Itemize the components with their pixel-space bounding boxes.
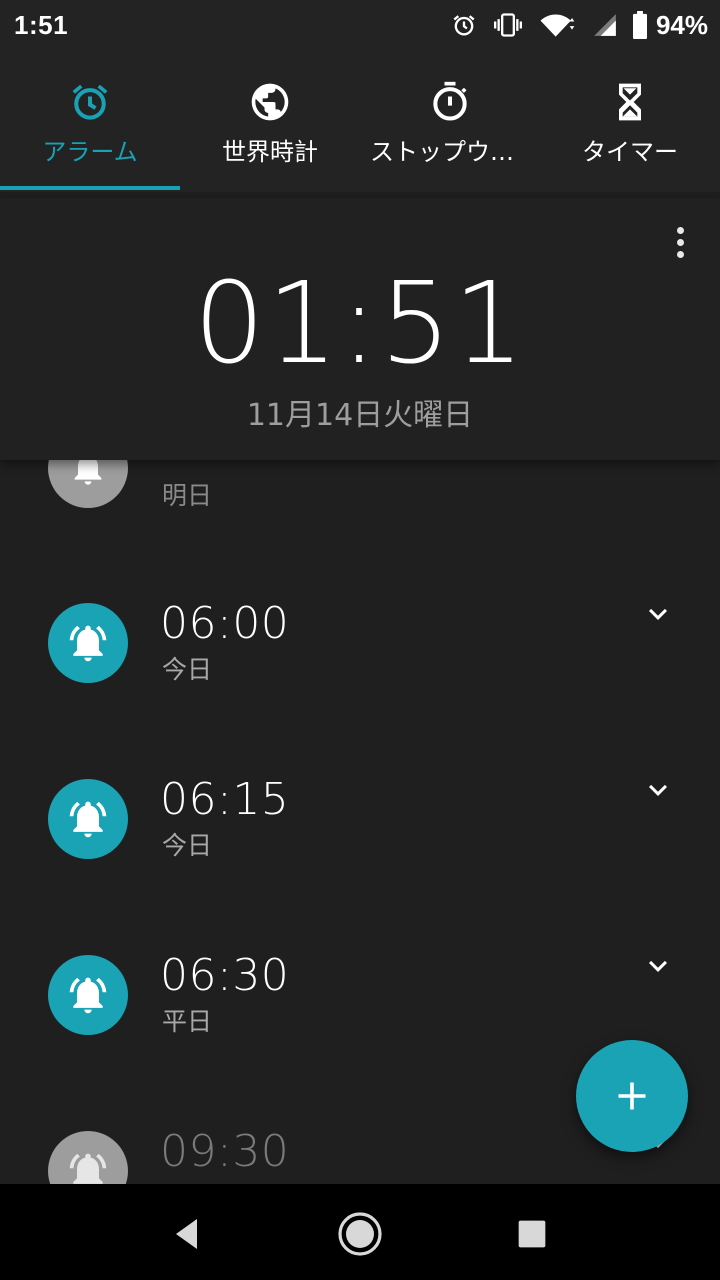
- tab-label: タイマー: [582, 138, 678, 166]
- alarm-time[interactable]: 09:30: [160, 1126, 289, 1177]
- status-icons: 94%: [450, 8, 708, 42]
- plus-icon: [618, 1082, 646, 1110]
- alarm-item[interactable]: 06:00 今日: [0, 580, 720, 756]
- status-time: 1:51: [14, 10, 69, 40]
- current-time-header: 01:51 11月14日火曜日: [0, 198, 720, 460]
- back-triangle-icon: [176, 1219, 197, 1249]
- tab-stopwatch[interactable]: ストップウォッチ: [360, 50, 540, 192]
- battery-percentage: 94%: [655, 9, 708, 40]
- alarm-day-label: 平日: [162, 1007, 213, 1036]
- system-navigation-bar: [0, 1184, 720, 1280]
- chevron-down-icon[interactable]: [640, 596, 676, 632]
- alarm-bell-ringing-icon: [69, 977, 107, 1014]
- stopwatch-icon: [433, 81, 467, 121]
- alarm-day-label: 今日: [162, 655, 213, 684]
- more-vert-dot: [676, 250, 684, 258]
- tab-bar: アラーム 世界時計 ストップウォッチ タイマー: [0, 50, 720, 192]
- alarm-item[interactable]: 06:15 今日: [0, 756, 720, 932]
- clock-app-screen: 明日 06:00 今日 06:15 今日 06:30 平日 09:30 1:51…: [0, 0, 720, 1280]
- alarm-toggle-bell[interactable]: [48, 955, 128, 1035]
- alarm-time[interactable]: 06:15: [160, 774, 289, 825]
- active-tab-indicator: [0, 186, 180, 190]
- signal-icon: [594, 14, 616, 36]
- nav-back-button[interactable]: [160, 1206, 216, 1262]
- alarm-bell-ringing-icon: [69, 801, 107, 838]
- globe-icon: [251, 83, 289, 121]
- alarm-day-label: 明日: [162, 481, 213, 510]
- status-bar: 1:51 94%: [0, 0, 720, 50]
- hourglass-icon: [619, 83, 641, 121]
- tab-world-clock[interactable]: 世界時計: [180, 50, 360, 192]
- more-vert-icon: [676, 226, 684, 234]
- tab-label: 世界時計: [222, 138, 318, 166]
- current-time: 01:51: [193, 259, 527, 389]
- tab-alarm[interactable]: アラーム: [0, 50, 180, 192]
- alarm-time[interactable]: 06:30: [160, 950, 289, 1001]
- tab-label: アラーム: [42, 138, 138, 166]
- tab-timer[interactable]: タイマー: [540, 50, 720, 192]
- alarm-time[interactable]: 06:00: [160, 598, 289, 649]
- alarm-toggle-bell[interactable]: [48, 779, 128, 859]
- chevron-down-icon[interactable]: [640, 772, 676, 808]
- nav-home-button[interactable]: [332, 1206, 388, 1262]
- alarm-clock-icon: [72, 84, 108, 120]
- home-circle-icon: [338, 1212, 382, 1256]
- recents-square-icon: [518, 1220, 546, 1248]
- alarm-bell-ringing-icon: [69, 625, 107, 662]
- current-date: 11月14日火曜日: [246, 398, 474, 433]
- battery-icon: [632, 11, 647, 39]
- alarm-day-label: 今日: [162, 831, 213, 860]
- chevron-down-icon[interactable]: [640, 948, 676, 984]
- overflow-menu-button[interactable]: [660, 220, 700, 264]
- alarm-toggle-bell[interactable]: [48, 603, 128, 683]
- more-vert-dot: [676, 238, 684, 246]
- wifi-icon: [540, 14, 575, 37]
- alarm-icon: [453, 15, 475, 36]
- nav-recents-button[interactable]: [504, 1206, 560, 1262]
- vibrate-icon: [493, 13, 522, 37]
- add-alarm-button[interactable]: [576, 1040, 688, 1152]
- tab-label: ストップウォッチ: [370, 138, 530, 166]
